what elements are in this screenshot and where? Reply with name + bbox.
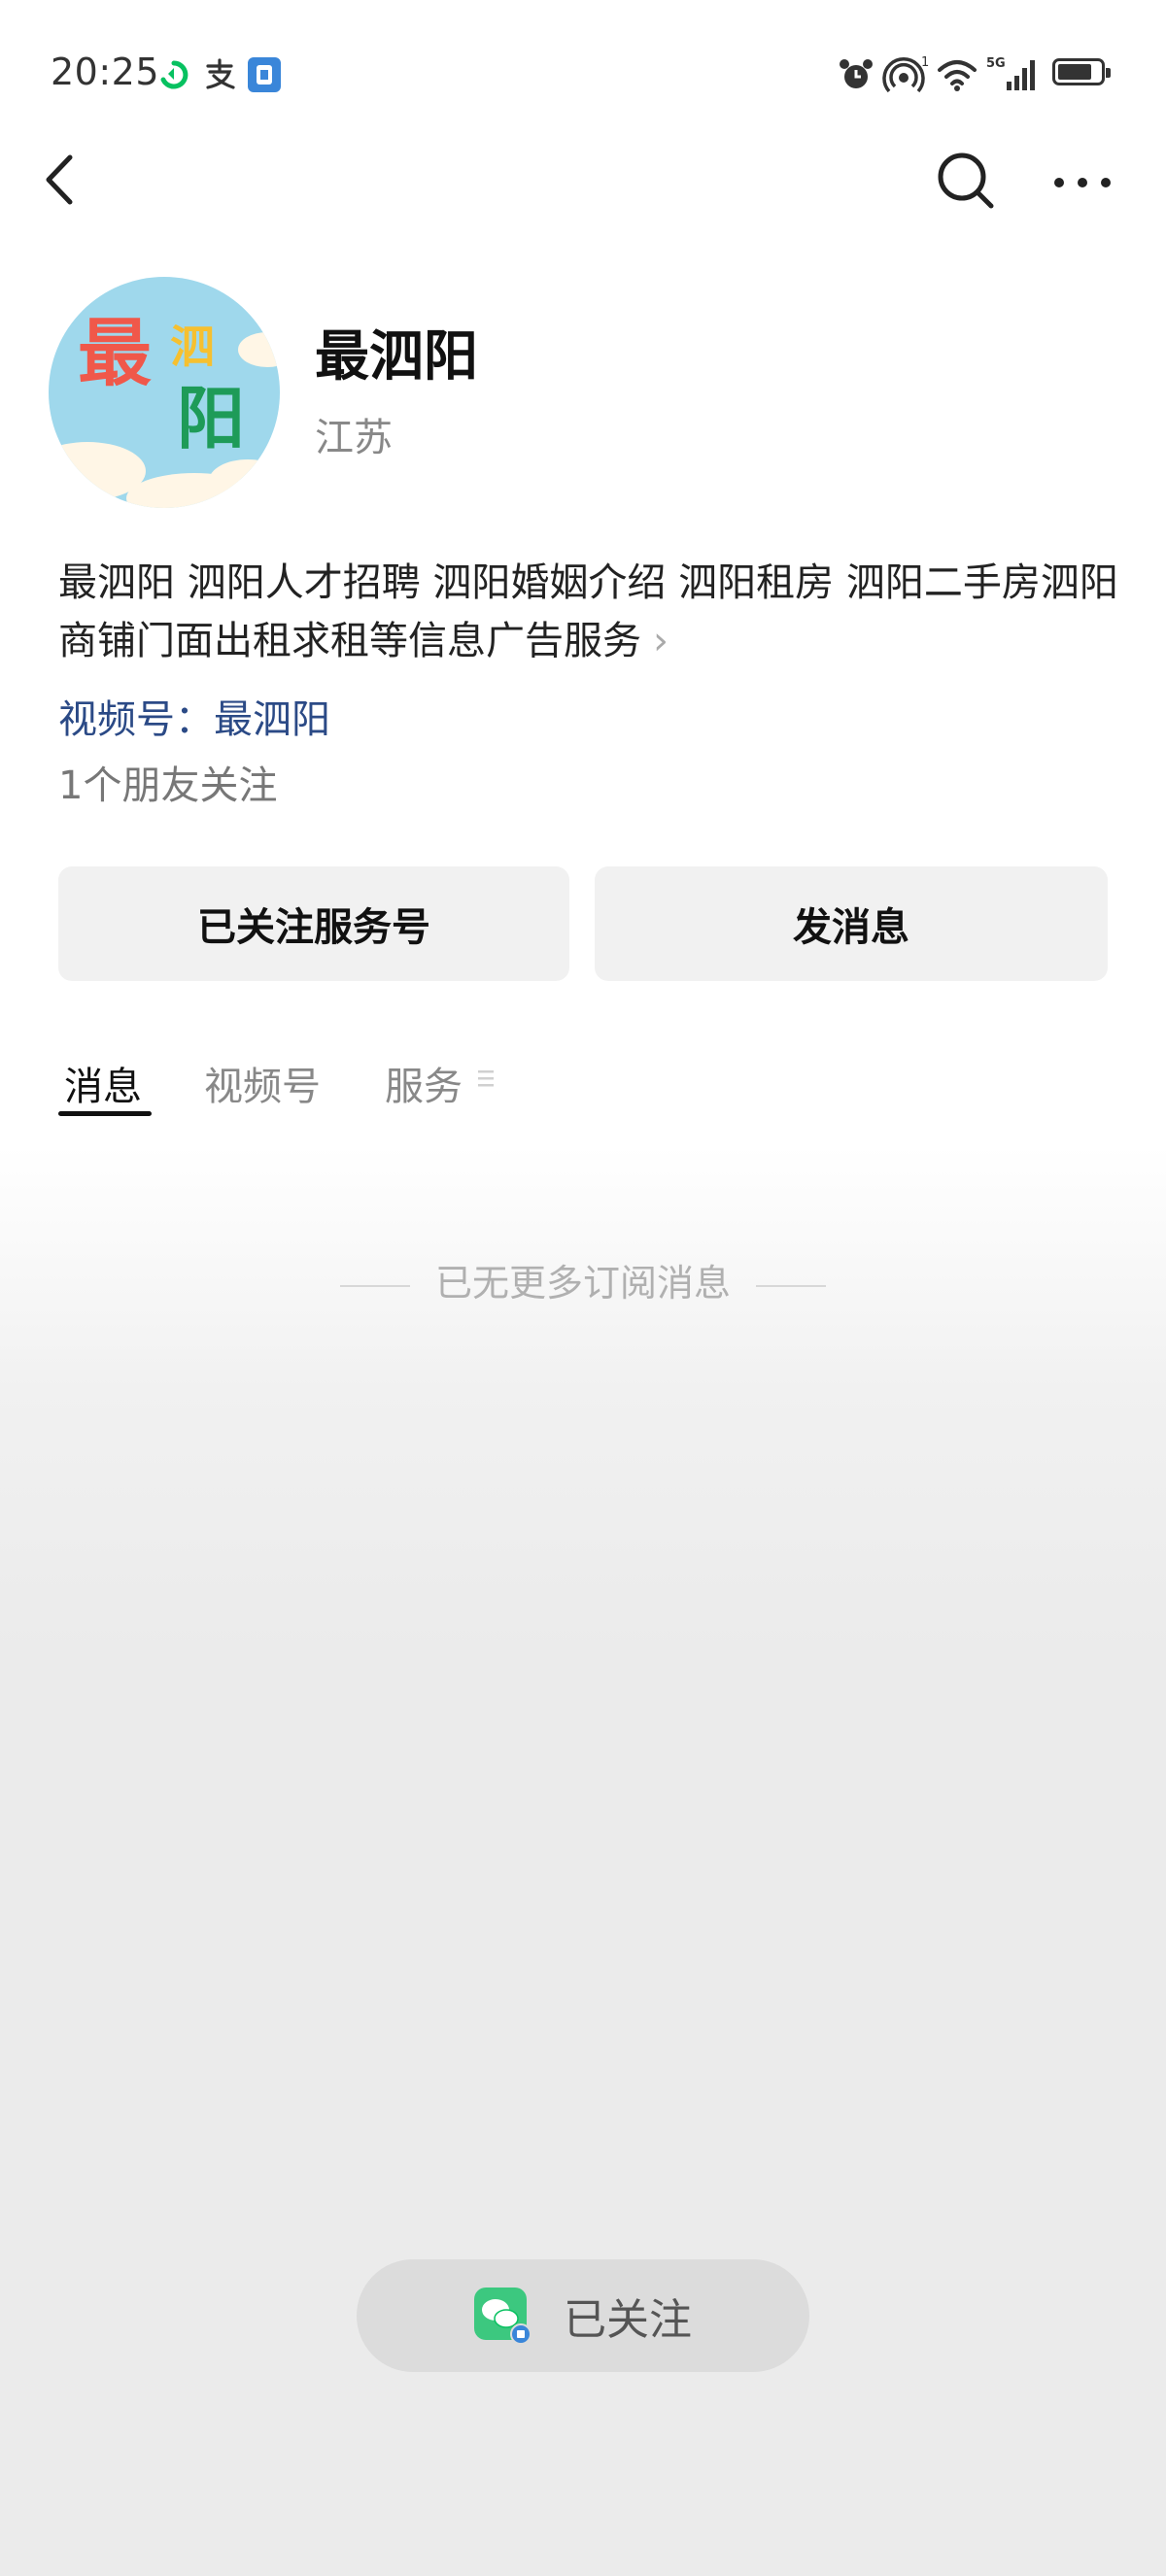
alipay-icon: [206, 58, 235, 89]
avatar-logo: 最 泗 阳: [49, 310, 280, 508]
svg-text:5G: 5G: [986, 56, 1006, 71]
hotspot-icon: 1: [882, 55, 929, 93]
divider-left: [339, 1284, 410, 1287]
no-more-messages: 已无更多订阅消息: [0, 1253, 1166, 1306]
svg-text:阳: 阳: [177, 379, 245, 458]
friends-following: 1个朋友关注: [58, 763, 278, 808]
wifi-icon: [938, 60, 977, 91]
description-text: 最泗阳 泗阳人才招聘 泗阳婚姻介绍 泗阳租房 泗阳二手房泗阳商铺门面出租求租等信…: [58, 560, 1118, 663]
more-icon[interactable]: [1051, 148, 1114, 212]
followed-pill-button[interactable]: 已关注: [357, 2259, 809, 2372]
followed-service-button[interactable]: 已关注服务号: [58, 866, 569, 981]
divider-right: [756, 1284, 826, 1287]
account-description[interactable]: 最泗阳 泗阳人才招聘 泗阳婚姻介绍 泗阳租房 泗阳二手房泗阳商铺门面出租求租等信…: [58, 554, 1127, 670]
no-more-text: 已无更多订阅消息: [434, 1262, 731, 1305]
signal-icon: 5G: [986, 56, 1035, 90]
followed-label: 已关注: [564, 2295, 692, 2345]
send-message-button[interactable]: 发消息: [595, 866, 1108, 981]
status-time: 20:25: [51, 51, 160, 93]
active-tab-indicator: [58, 1111, 152, 1116]
account-name: 最泗阳: [315, 325, 478, 389]
wechat-icon: [474, 2288, 531, 2344]
tab-messages[interactable]: 消息: [64, 1055, 142, 1111]
svg-text:泗: 泗: [170, 321, 215, 373]
tab-services[interactable]: 服务: [385, 1055, 463, 1111]
menu-icon[interactable]: [476, 1067, 497, 1090]
alarm-icon: [840, 59, 873, 88]
sync-icon: [160, 60, 189, 89]
avatar[interactable]: 最 泗 阳: [49, 277, 280, 508]
back-arrow-icon[interactable]: [39, 148, 87, 212]
account-region: 江苏: [315, 416, 393, 460]
app-icon: [248, 57, 281, 92]
channel-link[interactable]: 视频号：最泗阳: [58, 688, 330, 744]
battery-icon: [1052, 58, 1111, 85]
svg-text:最: 最: [78, 310, 152, 396]
chevron-right-icon: ›: [653, 619, 669, 663]
tab-channels[interactable]: 视频号: [204, 1055, 321, 1111]
search-icon[interactable]: [935, 148, 997, 212]
svg-text:1: 1: [921, 55, 929, 70]
